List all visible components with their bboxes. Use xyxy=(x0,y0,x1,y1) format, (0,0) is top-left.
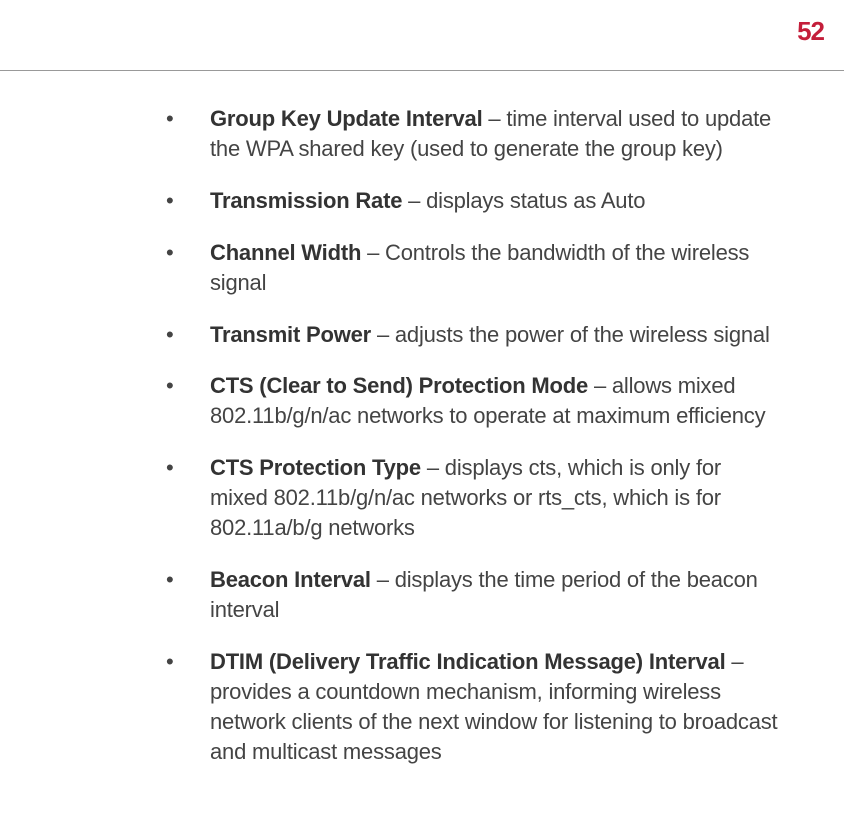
term: CTS Protection Type xyxy=(210,455,421,480)
list-item: Channel Width – Controls the bandwidth o… xyxy=(160,238,782,298)
term: DTIM (Delivery Traffic Indication Messag… xyxy=(210,649,726,674)
content-area: Group Key Update Interval – time interva… xyxy=(160,104,782,788)
term: Group Key Update Interval xyxy=(210,106,483,131)
list-item: Transmit Power – adjusts the power of th… xyxy=(160,320,782,350)
description: – displays status as Auto xyxy=(402,188,645,213)
header-divider xyxy=(0,70,844,71)
term: Transmission Rate xyxy=(210,188,402,213)
list-item: CTS (Clear to Send) Protection Mode – al… xyxy=(160,371,782,431)
page-number: 52 xyxy=(797,16,824,47)
list-item: CTS Protection Type – displays cts, whic… xyxy=(160,453,782,543)
list-item: Transmission Rate – displays status as A… xyxy=(160,186,782,216)
list-item: DTIM (Delivery Traffic Indication Messag… xyxy=(160,647,782,767)
term: Transmit Power xyxy=(210,322,371,347)
definition-list: Group Key Update Interval – time interva… xyxy=(160,104,782,766)
list-item: Group Key Update Interval – time interva… xyxy=(160,104,782,164)
list-item: Beacon Interval – displays the time peri… xyxy=(160,565,782,625)
description: – adjusts the power of the wireless sign… xyxy=(371,322,770,347)
term: Channel Width xyxy=(210,240,361,265)
term: Beacon Interval xyxy=(210,567,371,592)
term: CTS (Clear to Send) Protection Mode xyxy=(210,373,588,398)
